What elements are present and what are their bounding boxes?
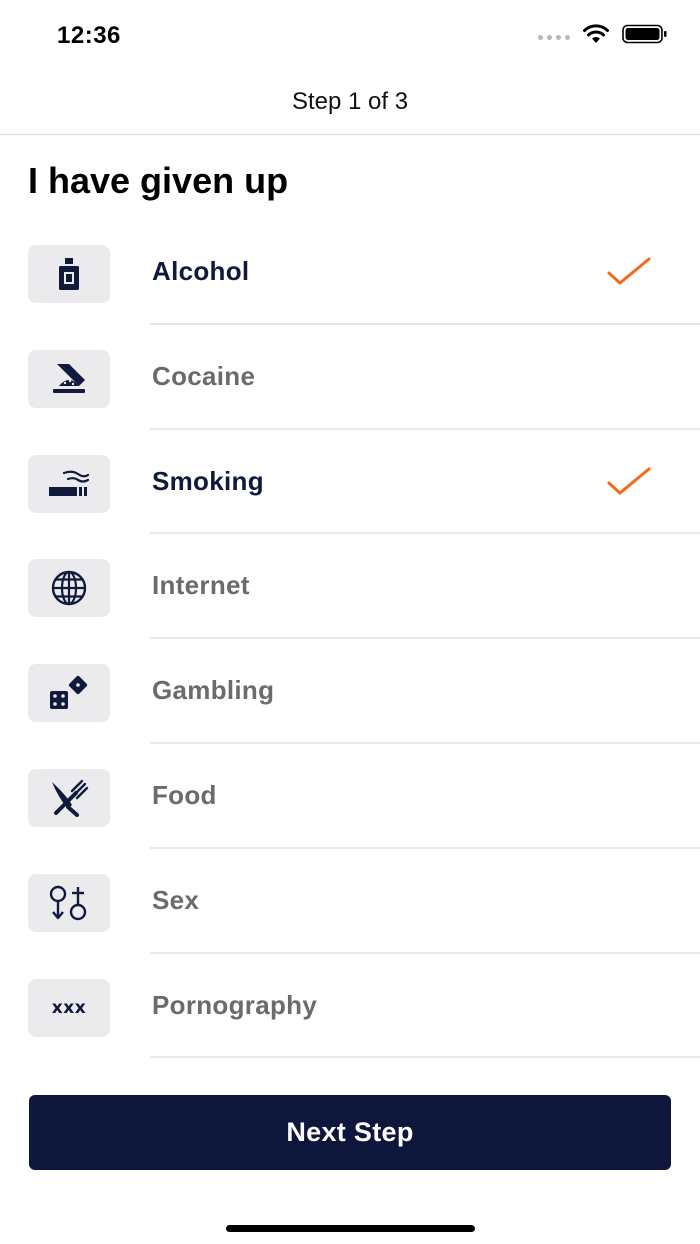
razor-powder-icon — [53, 363, 85, 393]
list-item-cocaine[interactable]: Cocaine — [0, 325, 700, 430]
navigation-bar: Step 1 of 3 — [0, 72, 700, 135]
icon-container — [28, 873, 110, 932]
list-item-gambling[interactable]: Gambling — [0, 639, 700, 744]
icon-container — [28, 349, 110, 408]
next-step-button[interactable]: Next Step — [29, 1095, 671, 1170]
list-item-label: Gambling — [152, 675, 275, 706]
divider — [150, 1056, 700, 1059]
list-item-internet[interactable]: Internet — [0, 534, 700, 640]
checkmark-icon — [607, 257, 651, 285]
dice-icon — [50, 676, 88, 710]
status-bar: 12:36 — [0, 0, 700, 72]
list-item-food[interactable]: Food — [0, 744, 700, 849]
list-item-label: Alcohol — [152, 256, 250, 286]
icon-container — [28, 454, 110, 513]
signal-icon — [538, 34, 570, 40]
home-indicator[interactable] — [226, 1225, 475, 1232]
icon-container — [28, 664, 110, 723]
list-item-label: Sex — [152, 884, 200, 915]
bottle-icon — [59, 258, 79, 290]
xxx-icon: xxx — [51, 997, 87, 1018]
list-item-label: Cocaine — [152, 360, 256, 391]
nav-title: Step 1 of 3 — [291, 88, 409, 115]
list-item-label: Internet — [152, 570, 250, 601]
status-icons — [538, 24, 668, 44]
list-item-alcohol[interactable]: Alcohol — [0, 220, 700, 325]
list-item-label: Food — [152, 779, 217, 810]
list-item-label: Pornography — [152, 989, 318, 1020]
gender-symbols-icon — [49, 885, 87, 920]
battery-icon — [622, 24, 667, 44]
globe-icon — [51, 571, 87, 606]
wifi-icon — [583, 24, 609, 43]
icon-container — [28, 559, 110, 618]
fork-knife-icon — [52, 779, 89, 817]
icon-container: xxx — [28, 978, 110, 1037]
icon-container — [28, 768, 110, 827]
icon-container — [28, 245, 110, 303]
list-item-label: Smoking — [152, 465, 264, 496]
checkmark-icon — [607, 467, 651, 495]
list-item-pornography[interactable]: xxx Pornography — [0, 954, 700, 1059]
list-item-sex[interactable]: Sex — [0, 849, 700, 954]
addiction-list: Alcohol Cocaine Smoking Internet Gamblin… — [0, 220, 700, 1059]
status-time: 12:36 — [57, 22, 121, 49]
page-title: I have given up — [28, 160, 289, 201]
cigarette-icon — [49, 470, 90, 496]
list-item-smoking[interactable]: Smoking — [0, 430, 700, 535]
